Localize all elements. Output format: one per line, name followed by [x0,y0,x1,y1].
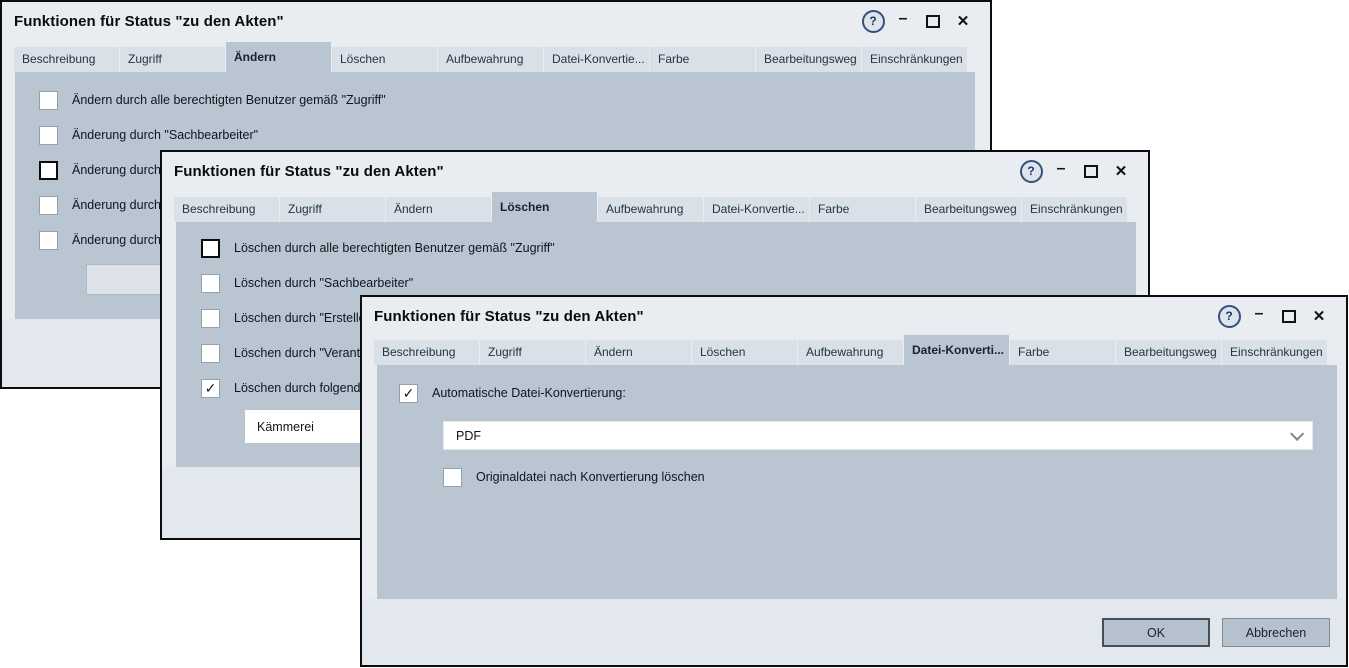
tab-datei-konvertierung[interactable]: Datei-Konvertie... [544,47,649,72]
checkbox-loeschen-sachbearbeiter[interactable] [201,274,220,293]
tab-aendern[interactable]: Ändern [226,42,331,72]
checkbox-aendern-4[interactable] [39,196,58,215]
checkbox-label: Löschen durch "Sachbearbeiter" [234,276,413,290]
tab-loeschen[interactable]: Löschen [492,192,597,222]
tab-loeschen[interactable]: Löschen [332,47,437,72]
minimize-button[interactable]: – [888,8,918,34]
minimize-button[interactable]: – [1244,303,1274,329]
maximize-icon [1084,165,1098,178]
close-icon: ✕ [1313,307,1326,325]
checkbox-label: Änderung durch " [72,198,169,212]
tab-datei-konvertierung[interactable]: Datei-Konverti... [904,335,1009,365]
tab-einschraenkungen[interactable]: Einschränkungen [862,47,967,72]
tab-bearbeitungsweg[interactable]: Bearbeitungsweg [1116,340,1221,365]
format-dropdown-value: PDF [456,429,481,443]
checkbox-aendern-sachbearbeiter[interactable] [39,126,58,145]
close-icon: ✕ [957,12,970,30]
window-controls: ? – ✕ [1214,303,1334,329]
minimize-button[interactable]: – [1046,158,1076,184]
window-controls: ? – ✕ [858,8,978,34]
checkbox-label: Änderung durch " [72,163,169,177]
tab-zugriff[interactable]: Zugriff [280,197,385,222]
cancel-button[interactable]: Abbrechen [1222,618,1330,647]
tab-farbe[interactable]: Farbe [810,197,915,222]
checkbox-loeschen-alle[interactable] [201,239,220,258]
checkbox-loeschen-ersteller[interactable] [201,309,220,328]
help-icon: ? [862,10,885,33]
close-button[interactable]: ✕ [948,8,978,34]
check-icon: ✓ [205,380,217,397]
window-title: Funktionen für Status "zu den Akten" [174,163,444,180]
help-icon: ? [1020,160,1043,183]
tab-bar: Beschreibung Zugriff Ändern Löschen Aufb… [374,335,1334,365]
tab-bar: Beschreibung Zugriff Ändern Löschen Aufb… [14,42,978,72]
checkbox-label: Originaldatei nach Konvertierung löschen [476,470,705,484]
titlebar[interactable]: Funktionen für Status "zu den Akten" ? –… [162,152,1148,190]
tab-farbe[interactable]: Farbe [650,47,755,72]
checkbox-automatische-konvertierung[interactable]: ✓ [399,384,418,403]
check-icon: ✓ [403,385,415,402]
help-button[interactable]: ? [1214,303,1244,329]
tab-beschreibung[interactable]: Beschreibung [374,340,479,365]
checkbox-loeschen-verantwortlicher[interactable] [201,344,220,363]
tab-aufbewahrung[interactable]: Aufbewahrung [438,47,543,72]
close-icon: ✕ [1115,162,1128,180]
tab-content-panel: ✓ Automatische Datei-Konvertierung: PDF … [377,365,1337,599]
checkbox-label: Automatische Datei-Konvertierung: [432,386,626,400]
close-button[interactable]: ✕ [1304,303,1334,329]
tab-bearbeitungsweg[interactable]: Bearbeitungsweg [756,47,861,72]
chevron-down-icon [1290,426,1304,440]
titlebar[interactable]: Funktionen für Status "zu den Akten" ? –… [2,2,990,40]
window-title: Funktionen für Status "zu den Akten" [14,13,284,30]
minimize-icon: – [1057,160,1066,178]
minimize-icon: – [899,10,908,28]
help-button[interactable]: ? [858,8,888,34]
checkbox-loeschen-folgende[interactable]: ✓ [201,379,220,398]
maximize-icon [926,15,940,28]
close-button[interactable]: ✕ [1106,158,1136,184]
tab-aendern[interactable]: Ändern [586,340,691,365]
checkbox-label: Ändern durch alle berechtigten Benutzer … [72,93,386,107]
checkbox-label: Löschen durch "Verantw [234,346,369,360]
tab-aufbewahrung[interactable]: Aufbewahrung [598,197,703,222]
checkbox-label: Änderung durch f [72,233,168,247]
tab-aufbewahrung[interactable]: Aufbewahrung [798,340,903,365]
tab-beschreibung[interactable]: Beschreibung [14,47,119,72]
checkbox-label: Löschen durch folgende [234,381,367,395]
tab-einschraenkungen[interactable]: Einschränkungen [1022,197,1127,222]
checkbox-aendern-5[interactable] [39,231,58,250]
checkbox-aendern-3[interactable] [39,161,58,180]
tab-zugriff[interactable]: Zugriff [480,340,585,365]
tab-loeschen[interactable]: Löschen [692,340,797,365]
tab-beschreibung[interactable]: Beschreibung [174,197,279,222]
tab-aendern[interactable]: Ändern [386,197,491,222]
tab-farbe[interactable]: Farbe [1010,340,1115,365]
maximize-button[interactable] [1076,158,1106,184]
tab-datei-konvertierung[interactable]: Datei-Konvertie... [704,197,809,222]
minimize-icon: – [1255,305,1264,323]
checkbox-label: Löschen durch alle berechtigten Benutzer… [234,241,555,255]
format-dropdown[interactable]: PDF [443,421,1313,450]
desktop: Funktionen für Status "zu den Akten" ? –… [0,0,1349,668]
checkbox-originaldatei-loeschen[interactable] [443,468,462,487]
maximize-button[interactable] [918,8,948,34]
dialog-window-datei-konvertierung: Funktionen für Status "zu den Akten" ? –… [360,295,1348,667]
tab-einschraenkungen[interactable]: Einschränkungen [1222,340,1327,365]
checkbox-aendern-alle[interactable] [39,91,58,110]
help-button[interactable]: ? [1016,158,1046,184]
tab-zugriff[interactable]: Zugriff [120,47,225,72]
ok-button[interactable]: OK [1102,618,1210,647]
help-icon: ? [1218,305,1241,328]
window-controls: ? – ✕ [1016,158,1136,184]
tab-bearbeitungsweg[interactable]: Bearbeitungsweg [916,197,1021,222]
checkbox-label: Änderung durch "Sachbearbeiter" [72,128,258,142]
titlebar[interactable]: Funktionen für Status "zu den Akten" ? –… [362,297,1346,335]
maximize-button[interactable] [1274,303,1304,329]
group-field-value: Kämmerei [257,420,314,434]
tab-bar: Beschreibung Zugriff Ändern Löschen Aufb… [174,192,1136,222]
checkbox-label: Löschen durch "Ersteller" [234,311,374,325]
window-title: Funktionen für Status "zu den Akten" [374,308,644,325]
maximize-icon [1282,310,1296,323]
